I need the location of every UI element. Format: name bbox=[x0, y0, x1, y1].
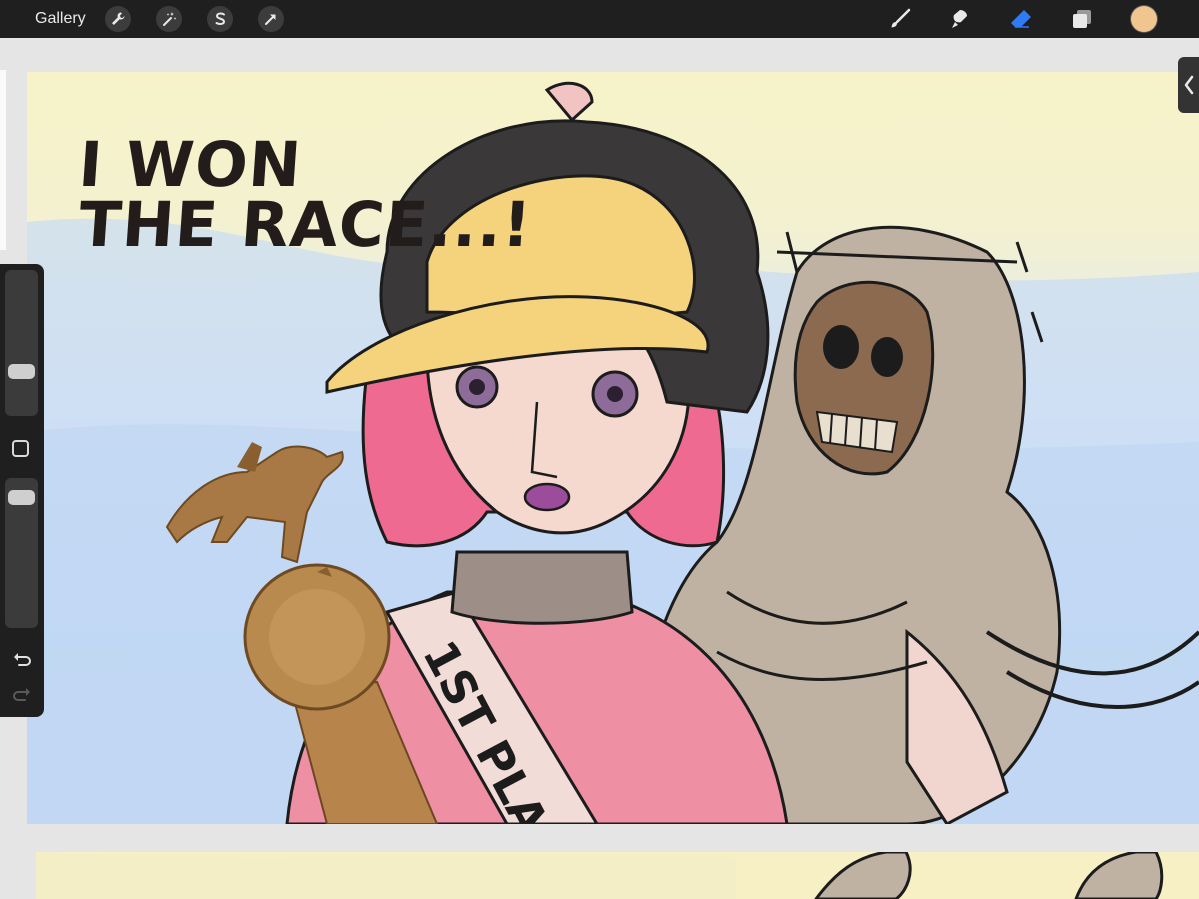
brush-opacity-slider[interactable] bbox=[5, 478, 38, 628]
brush-tool[interactable] bbox=[887, 6, 913, 32]
adjustments-button[interactable] bbox=[156, 6, 182, 32]
caption-line-2: THE RACE...! bbox=[76, 188, 535, 261]
gallery-button[interactable]: Gallery bbox=[35, 10, 86, 28]
transform-button[interactable] bbox=[258, 6, 284, 32]
brush-size-knob[interactable] bbox=[8, 364, 35, 380]
magic-wand-icon bbox=[163, 12, 177, 26]
eraser-tool[interactable] bbox=[1008, 6, 1034, 32]
top-toolbar: Gallery bbox=[0, 0, 1199, 38]
redo-icon[interactable] bbox=[11, 684, 33, 706]
next-page-artwork bbox=[36, 852, 1164, 899]
previous-page-edge bbox=[0, 70, 6, 250]
left-sidebar bbox=[0, 264, 44, 717]
drawing-canvas[interactable]: 1ST PLA I WON THE RACE...! bbox=[27, 72, 1199, 824]
arrow-transform-icon bbox=[265, 14, 276, 25]
smudge-icon bbox=[952, 10, 967, 28]
layers-button[interactable] bbox=[1069, 6, 1095, 32]
actions-button[interactable] bbox=[105, 6, 131, 32]
layers-icon bbox=[1073, 10, 1091, 28]
color-picker-button[interactable] bbox=[1131, 6, 1157, 32]
undo-icon[interactable] bbox=[11, 649, 33, 671]
modify-button[interactable] bbox=[12, 440, 29, 457]
next-page-canvas[interactable] bbox=[36, 852, 1199, 899]
brush-icon bbox=[891, 8, 911, 28]
smudge-tool[interactable] bbox=[947, 6, 973, 32]
selection-s-icon bbox=[215, 12, 226, 25]
caption-line-1: I WON bbox=[76, 128, 305, 201]
side-panel-toggle[interactable] bbox=[1178, 57, 1199, 113]
wrench-icon bbox=[112, 12, 125, 25]
chevron-left-icon bbox=[1184, 75, 1194, 95]
selection-button[interactable] bbox=[207, 6, 233, 32]
brush-opacity-knob[interactable] bbox=[8, 490, 35, 506]
eraser-icon bbox=[1011, 10, 1031, 28]
brush-size-slider[interactable] bbox=[5, 270, 38, 416]
